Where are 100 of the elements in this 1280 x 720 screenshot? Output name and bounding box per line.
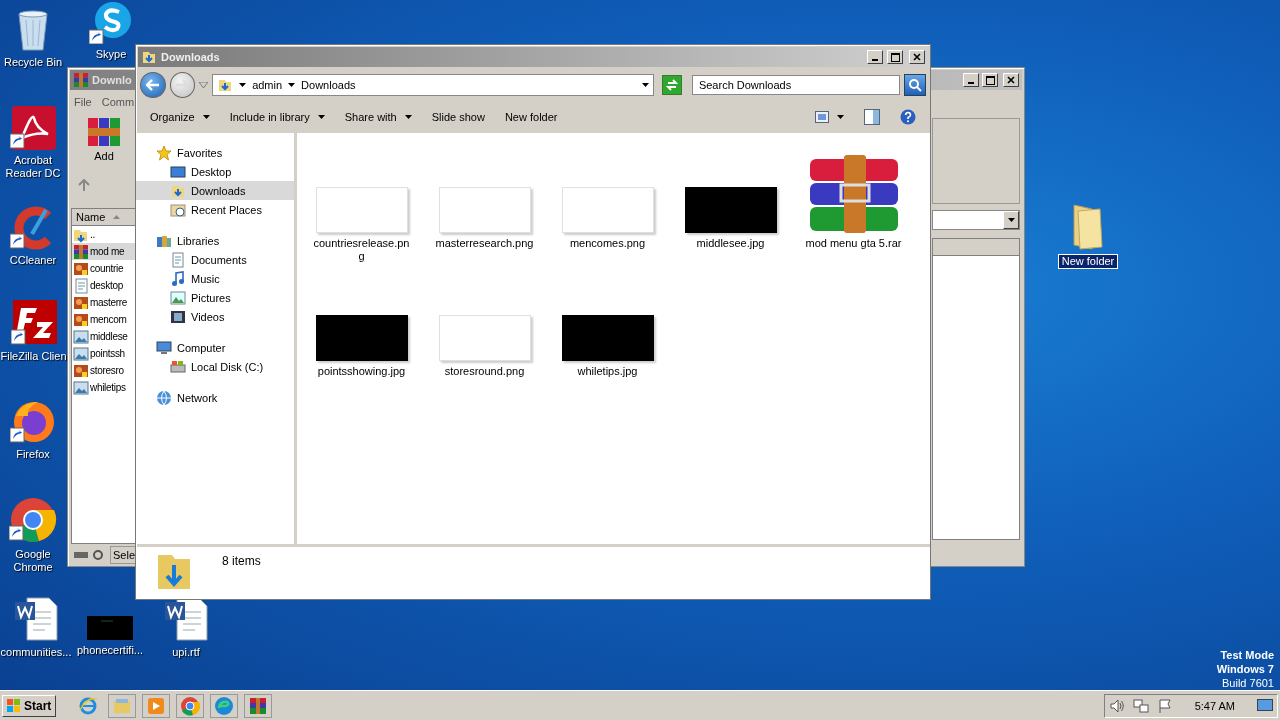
file-row[interactable]: storesro [72,362,135,379]
sort-arrow-icon [113,215,121,219]
desktop-icon-label[interactable]: Acrobat Reader DC [0,154,66,180]
nav-item[interactable]: Recent Places [136,200,294,219]
archive-icon [73,243,89,260]
desktop-icon-label[interactable]: Recycle Bin [3,56,63,69]
file-row[interactable]: masterre [72,294,135,311]
minimize-button[interactable] [867,50,883,64]
network-icon [156,389,172,406]
nav-item[interactable]: Music [136,269,294,288]
nav-item[interactable]: Desktop [136,162,294,181]
nav-item[interactable]: Downloads [136,181,294,200]
pdf-reader-icon [10,104,56,150]
toolbar-button[interactable]: Organize [142,107,218,127]
nav-item[interactable]: Libraries [136,231,294,250]
maximize-button[interactable] [982,73,998,87]
toolbar-button[interactable]: Include in library [221,107,333,127]
windows-logo-icon [7,698,21,713]
file-row[interactable]: middlese [72,328,135,345]
forward-button[interactable] [169,72,196,98]
menu-item[interactable]: File [74,96,92,108]
start-button[interactable]: Start [2,694,57,717]
image-thumbnail [87,616,133,640]
dropdown-arrow-icon [317,115,325,119]
menu-item[interactable]: Comm [101,96,135,108]
nav-item[interactable]: Pictures [136,288,294,307]
file-name[interactable]: masterresearch.png [434,237,535,250]
filezilla-icon [10,300,57,346]
file-row[interactable]: pointssh [72,345,135,362]
file-name[interactable]: middlesee.jpg [680,237,781,250]
show-desktop-icon[interactable] [1257,698,1273,713]
maximize-button[interactable] [887,50,903,64]
address-field[interactable]: admin Downloads [212,74,655,96]
desktop-icon-label[interactable]: upi.rtf [172,646,200,659]
file-row[interactable]: .. [72,226,135,243]
column-header[interactable]: Name [72,209,135,226]
desktop-icon-label[interactable]: FileZilla Clien [0,350,67,363]
up-arrow-icon [78,179,90,191]
archive-icon [73,72,89,88]
file-name[interactable]: whiletips.jpg [557,365,658,378]
toolbar-button[interactable]: Slide show [423,107,493,127]
minimize-button[interactable] [963,73,979,87]
skype-icon [89,0,133,44]
desktop-icon-label[interactable]: communities... [0,646,72,659]
file-row[interactable]: countrie [72,260,135,277]
nav-item[interactable]: Favorites [136,143,294,162]
file-name[interactable]: storesround.png [434,365,535,378]
file-name[interactable]: mencomes.png [557,237,658,250]
flag-icon[interactable] [1156,697,1173,714]
document-icon [13,596,59,642]
chrome-icon [9,496,57,544]
volume-icon[interactable] [1108,697,1125,714]
drive-icon [74,549,104,561]
desktop-icon-label[interactable]: phonecertifi... [76,644,143,657]
file-name[interactable]: pointsshowing.jpg [311,365,412,378]
nav-item[interactable]: Network [136,388,294,407]
videos-icon [170,308,186,325]
breadcrumb[interactable]: admin [239,79,283,91]
dropdown-button[interactable] [1003,211,1019,229]
system-notice-text: Test Mode [1220,648,1274,662]
documents-icon [170,251,186,268]
desktop-icon-label[interactable]: Google Chrome [0,548,66,574]
caret-icon [239,83,247,87]
nav-item[interactable]: Documents [136,250,294,269]
caret-icon [1007,218,1015,222]
refresh-button[interactable] [662,75,682,95]
desktop-icon-label[interactable]: CCleaner [9,254,57,267]
clock[interactable]: 5:47 AM [1194,699,1235,712]
dropdown-arrow-icon [202,115,210,119]
search-field[interactable]: Search Downloads [691,75,901,95]
folder-icon [1070,203,1106,251]
close-button[interactable] [1003,73,1019,87]
image-file-icon [73,345,89,362]
close-button[interactable] [909,50,925,64]
add-button[interactable]: Add [78,116,130,168]
file-row[interactable]: mod me [72,243,135,260]
archive-icon [807,155,900,235]
nav-item[interactable]: Local Disk (C:) [136,357,294,376]
desktop-icon-label[interactable]: New folder [1058,255,1118,268]
file-name[interactable]: mod menu gta 5.rar [803,237,904,250]
file-row[interactable]: mencom [72,311,135,328]
breadcrumb[interactable]: Downloads [288,79,356,91]
file-row[interactable]: whiletips [72,379,135,396]
network-icon[interactable] [1132,697,1149,714]
desktop-icon-label[interactable]: Skype [95,48,127,61]
image-file-icon [73,260,89,277]
dropdown-arrow-icon [837,115,844,119]
file-row[interactable]: desktop [72,277,135,294]
path-combo[interactable] [932,210,1020,230]
close-icon [1007,76,1015,84]
search-button[interactable] [904,74,926,96]
file-name[interactable]: countriesrelease.png [311,237,412,263]
toolbar-button[interactable]: New folder [496,107,566,127]
desktop-icon-label[interactable]: Firefox [16,448,50,461]
toolbar-button[interactable]: Share with [336,107,420,127]
image-file-icon [73,379,89,396]
nav-item[interactable]: Videos [136,307,294,326]
image-file-icon [73,362,89,379]
nav-item[interactable]: Computer [136,338,294,357]
back-button[interactable] [140,72,166,98]
